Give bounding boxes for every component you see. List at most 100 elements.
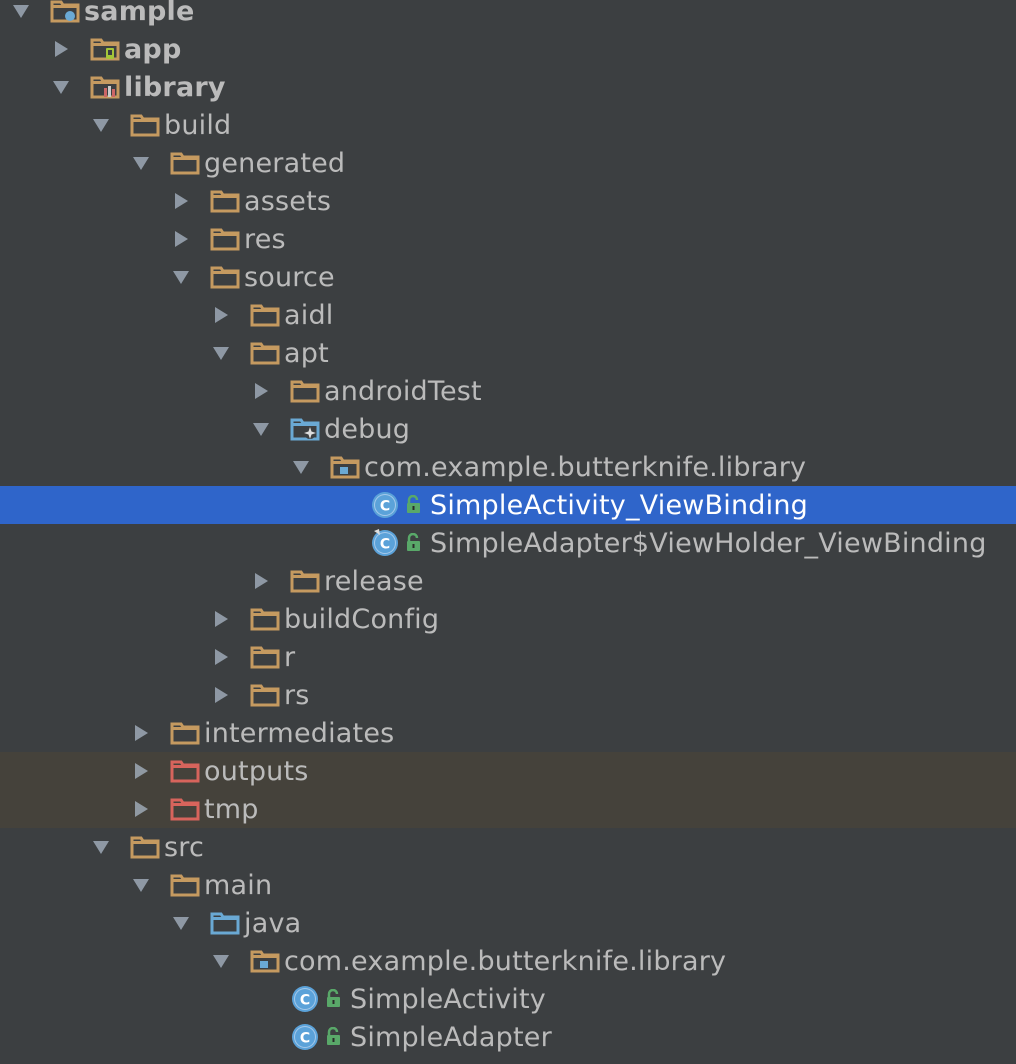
collapse-arrow-icon[interactable] — [170, 266, 192, 288]
collapse-arrow-icon[interactable] — [130, 874, 152, 896]
tree-item-label: outputs — [204, 755, 309, 787]
library-module-icon — [90, 74, 120, 100]
tree-row[interactable]: sample — [0, 0, 1016, 30]
tree-row[interactable]: app — [0, 30, 1016, 68]
folder-icon — [290, 378, 320, 404]
tree-item-label: java — [244, 907, 302, 939]
public-lock-icon — [324, 989, 342, 1009]
expand-arrow-icon[interactable] — [210, 684, 232, 706]
tree-row[interactable]: generated — [0, 144, 1016, 182]
tree-row[interactable]: outputs — [0, 752, 1016, 790]
tree-item-label: main — [204, 869, 273, 901]
tree-item-label: androidTest — [324, 375, 482, 407]
tree-row[interactable]: C SimpleAdapter — [0, 1018, 1016, 1056]
tree-row[interactable]: java — [0, 904, 1016, 942]
expand-arrow-icon[interactable] — [170, 190, 192, 212]
tree-item-label: com.example.butterknife.library — [364, 451, 807, 483]
tree-item-label: res — [244, 223, 286, 255]
folder-icon — [250, 606, 280, 632]
package-icon — [330, 454, 360, 480]
tree-row[interactable]: rs — [0, 676, 1016, 714]
tree-item-label: tmp — [204, 793, 259, 825]
collapse-arrow-icon[interactable] — [130, 152, 152, 174]
folder-icon — [250, 644, 280, 670]
expand-arrow-icon[interactable] — [130, 760, 152, 782]
tree-item-label: apt — [284, 337, 329, 369]
tree-row[interactable]: apt — [0, 334, 1016, 372]
folder-icon — [170, 720, 200, 746]
excluded-folder-icon — [170, 796, 200, 822]
tree-row[interactable]: C SimpleActivity_ViewBinding — [0, 486, 1016, 524]
tree-row[interactable]: debug — [0, 410, 1016, 448]
package-icon — [250, 948, 280, 974]
svg-text:C: C — [380, 537, 390, 553]
tree-item-label: debug — [324, 413, 411, 445]
public-lock-icon — [404, 533, 422, 553]
project-tree: sample app library build generated assets res s… — [0, 0, 1016, 1064]
collapse-arrow-icon[interactable] — [90, 114, 112, 136]
tree-row[interactable]: C SimpleAdapter$ViewHolder_ViewBinding — [0, 524, 1016, 562]
collapse-arrow-icon[interactable] — [290, 456, 312, 478]
tree-row[interactable]: r — [0, 638, 1016, 676]
expand-arrow-icon[interactable] — [210, 646, 232, 668]
collapse-arrow-icon[interactable] — [210, 950, 232, 972]
folder-icon — [170, 150, 200, 176]
generated-source-folder-icon — [290, 416, 320, 442]
collapse-arrow-icon[interactable] — [250, 418, 272, 440]
expand-arrow-icon[interactable] — [130, 798, 152, 820]
tree-row[interactable]: main — [0, 866, 1016, 904]
folder-icon — [210, 188, 240, 214]
tree-row[interactable]: aidl — [0, 296, 1016, 334]
collapse-arrow-icon[interactable] — [10, 0, 32, 22]
tree-item-label: src — [164, 831, 205, 863]
tree-row[interactable]: release — [0, 562, 1016, 600]
expand-arrow-icon[interactable] — [170, 228, 192, 250]
tree-row[interactable]: src — [0, 828, 1016, 866]
folder-icon — [130, 834, 160, 860]
tree-row[interactable]: res — [0, 220, 1016, 258]
tree-item-label: com.example.butterknife.library — [284, 945, 727, 977]
svg-text:C: C — [300, 1031, 310, 1047]
folder-icon — [250, 340, 280, 366]
class-generated-icon: C — [370, 529, 400, 556]
tree-row[interactable]: assets — [0, 182, 1016, 220]
tree-row[interactable]: build — [0, 106, 1016, 144]
tree-item-label: buildConfig — [284, 603, 440, 635]
tree-row[interactable]: C SimpleActivity — [0, 980, 1016, 1018]
tree-row[interactable]: tmp — [0, 790, 1016, 828]
expand-arrow-icon[interactable] — [130, 722, 152, 744]
tree-row[interactable]: com.example.butterknife.library — [0, 448, 1016, 486]
class-icon: C — [290, 1024, 320, 1050]
class-icon: C — [370, 492, 400, 518]
collapse-arrow-icon[interactable] — [170, 912, 192, 934]
tree-row[interactable]: buildConfig — [0, 600, 1016, 638]
tree-row[interactable]: androidTest — [0, 372, 1016, 410]
public-lock-icon — [404, 495, 422, 515]
tree-item-label: assets — [244, 185, 332, 217]
expand-arrow-icon[interactable] — [50, 38, 72, 60]
folder-icon — [210, 226, 240, 252]
expand-arrow-icon[interactable] — [250, 570, 272, 592]
expand-arrow-icon[interactable] — [210, 304, 232, 326]
folder-icon — [250, 302, 280, 328]
expand-arrow-icon[interactable] — [250, 380, 272, 402]
collapse-arrow-icon[interactable] — [90, 836, 112, 858]
tree-row[interactable]: library — [0, 68, 1016, 106]
tree-item-label: rs — [284, 679, 310, 711]
android-module-icon — [90, 36, 120, 62]
expand-arrow-icon[interactable] — [210, 608, 232, 630]
collapse-arrow-icon[interactable] — [210, 342, 232, 364]
collapse-arrow-icon[interactable] — [50, 76, 72, 98]
folder-icon — [130, 112, 160, 138]
folder-icon — [210, 264, 240, 290]
tree-item-label: sample — [84, 0, 195, 27]
folder-icon — [250, 682, 280, 708]
tree-item-label: r — [284, 641, 296, 673]
tree-row[interactable]: source — [0, 258, 1016, 296]
tree-row[interactable] — [0, 1056, 1016, 1064]
tree-row[interactable]: com.example.butterknife.library — [0, 942, 1016, 980]
tree-item-label: aidl — [284, 299, 334, 331]
tree-item-label: build — [164, 109, 232, 141]
source-folder-icon — [210, 910, 240, 936]
tree-row[interactable]: intermediates — [0, 714, 1016, 752]
